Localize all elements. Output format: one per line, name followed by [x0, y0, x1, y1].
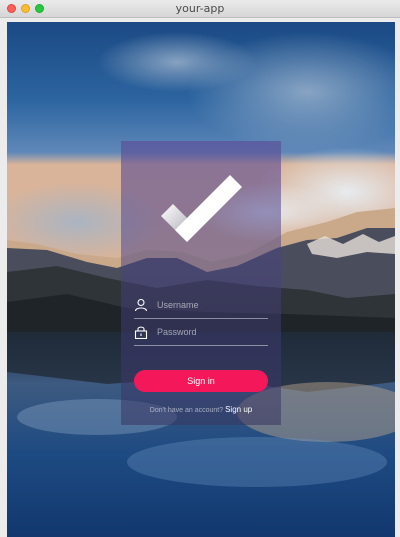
signup-prompt: Don't have an account? Sign up — [121, 405, 281, 414]
checkmark-logo-icon — [161, 175, 242, 242]
title-bar: your-app — [0, 0, 400, 18]
login-card: Username Password Sign in Don't have an … — [121, 141, 281, 425]
app-window: your-app Username Password Sign in Don't… — [0, 0, 400, 537]
password-placeholder: Password — [157, 327, 197, 337]
lock-icon — [134, 326, 148, 339]
no-account-text: Don't have an account? — [149, 407, 224, 414]
sign-up-link[interactable]: Sign up — [225, 405, 252, 414]
app-content: Username Password Sign in Don't have an … — [7, 22, 395, 537]
username-placeholder: Username — [157, 300, 199, 310]
user-icon — [134, 298, 148, 312]
sign-in-button[interactable]: Sign in — [134, 370, 268, 392]
window-title: your-app — [175, 2, 225, 15]
password-field[interactable]: Password — [134, 323, 268, 346]
username-field[interactable]: Username — [134, 296, 268, 319]
